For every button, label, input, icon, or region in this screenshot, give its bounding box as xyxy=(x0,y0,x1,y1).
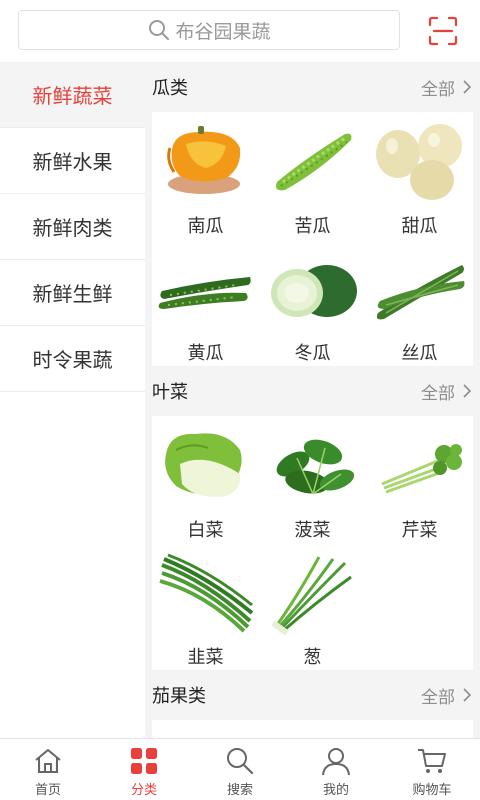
tab-home[interactable]: 首页 xyxy=(0,739,96,800)
product-item-cabbage[interactable]: 白菜 xyxy=(152,416,259,543)
section-title: 瓜类 xyxy=(152,78,188,99)
section-title: 茄果类 xyxy=(152,686,206,707)
tab-profile[interactable]: 我的 xyxy=(288,739,384,800)
view-all-label: 全部 xyxy=(421,79,455,100)
product-name: 甜瓜 xyxy=(401,216,438,237)
product-name: 苦瓜 xyxy=(294,216,331,237)
tab-label: 搜索 xyxy=(226,783,253,798)
product-grid-melons: 南瓜 苦瓜 甜瓜 黄瓜 冬瓜 丝瓜 xyxy=(152,112,473,366)
product-item-sweet-melon[interactable]: 甜瓜 xyxy=(366,112,473,239)
product-item-celery[interactable]: 芹菜 xyxy=(366,416,473,543)
product-item-bitter-melon[interactable]: 苦瓜 xyxy=(259,112,366,239)
sidebar-item-fresh-seafood[interactable]: 新鲜生鲜 xyxy=(0,260,145,326)
winter-melon-image xyxy=(270,265,357,317)
product-item-pumpkin[interactable]: 南瓜 xyxy=(152,112,259,239)
tab-cart[interactable]: 购物车 xyxy=(384,739,480,800)
category-sidebar: 新鲜蔬菜 新鲜水果 新鲜肉类 新鲜生鲜 时令果蔬 xyxy=(0,62,145,738)
cart-icon xyxy=(418,749,446,773)
sidebar-item-fresh-fruits[interactable]: 新鲜水果 xyxy=(0,128,145,194)
section-header-leafy-greens: 叶菜 全部 xyxy=(152,366,473,416)
search-icon xyxy=(227,748,254,775)
tab-label: 首页 xyxy=(34,783,61,798)
product-name: 南瓜 xyxy=(187,216,224,237)
product-item-cucumber[interactable]: 黄瓜 xyxy=(152,239,259,366)
product-item-spinach[interactable]: 菠菜 xyxy=(259,416,366,543)
product-item-scallion[interactable]: 葱 xyxy=(259,543,366,670)
search-icon xyxy=(149,20,170,40)
view-all-label: 全部 xyxy=(421,383,455,404)
product-item-luffa[interactable]: 丝瓜 xyxy=(366,239,473,366)
product-item-winter-melon[interactable]: 冬瓜 xyxy=(259,239,366,366)
tab-label: 我的 xyxy=(322,783,349,798)
view-all-link[interactable]: 全部 xyxy=(421,683,473,708)
view-all-link[interactable]: 全部 xyxy=(421,379,473,404)
section-title: 叶菜 xyxy=(152,382,188,403)
bottom-tab-bar: 首页 分类 搜索 我的 购物车 xyxy=(0,738,480,800)
tab-label: 分类 xyxy=(130,783,157,798)
product-grid-leafy-greens: 白菜 菠菜 芹菜 韭菜 葱 xyxy=(152,416,473,670)
section-header-nightshades: 茄果类 全部 xyxy=(152,670,473,720)
scallion-image xyxy=(270,556,352,635)
home-icon xyxy=(35,749,61,773)
cucumber-image xyxy=(158,277,251,309)
spinach-image xyxy=(276,439,354,495)
category-content: 瓜类 全部 南瓜 苦瓜 甜瓜 黄瓜 冬瓜 丝瓜 叶菜 全部 白菜 菠菜 芹菜 韭… xyxy=(152,62,473,738)
product-name: 丝瓜 xyxy=(401,343,438,364)
product-name: 冬瓜 xyxy=(294,343,331,364)
product-item-chives[interactable]: 韭菜 xyxy=(152,543,259,670)
search-placeholder: 布谷园果蔬 xyxy=(175,20,271,43)
product-name: 白菜 xyxy=(187,520,224,541)
sidebar-item-seasonal-produce[interactable]: 时令果蔬 xyxy=(0,326,145,392)
section-header-melons: 瓜类 全部 xyxy=(152,62,473,112)
product-name: 菠菜 xyxy=(294,520,331,541)
view-all-label: 全部 xyxy=(421,687,455,708)
tab-label: 购物车 xyxy=(412,783,452,798)
product-grid-nightshades xyxy=(152,720,473,738)
chevron-right-icon xyxy=(463,384,472,398)
sidebar-item-fresh-meat[interactable]: 新鲜肉类 xyxy=(0,194,145,260)
cabbage-image xyxy=(164,433,242,497)
product-name: 芹菜 xyxy=(401,520,438,541)
product-name: 黄瓜 xyxy=(187,343,224,364)
chevron-right-icon xyxy=(463,80,472,94)
luffa-image xyxy=(376,265,464,320)
pumpkin-image xyxy=(166,126,240,194)
sweet-melon-image xyxy=(375,124,462,200)
chevron-right-icon xyxy=(463,688,472,702)
user-icon xyxy=(322,748,350,776)
product-name: 葱 xyxy=(303,647,322,668)
chives-image xyxy=(158,553,253,633)
scan-icon[interactable] xyxy=(428,16,458,46)
tab-search[interactable]: 搜索 xyxy=(192,739,288,800)
view-all-link[interactable]: 全部 xyxy=(421,75,473,100)
sidebar-item-fresh-vegetables[interactable]: 新鲜蔬菜 xyxy=(0,62,145,128)
search-input[interactable]: 布谷园果蔬 xyxy=(18,10,400,50)
tab-category[interactable]: 分类 xyxy=(96,739,192,800)
category-icon xyxy=(131,748,157,774)
top-bar: 布谷园果蔬 xyxy=(0,0,480,62)
product-name: 韭菜 xyxy=(187,647,224,668)
bitter-melon-image xyxy=(275,133,351,191)
celery-image xyxy=(380,444,462,494)
